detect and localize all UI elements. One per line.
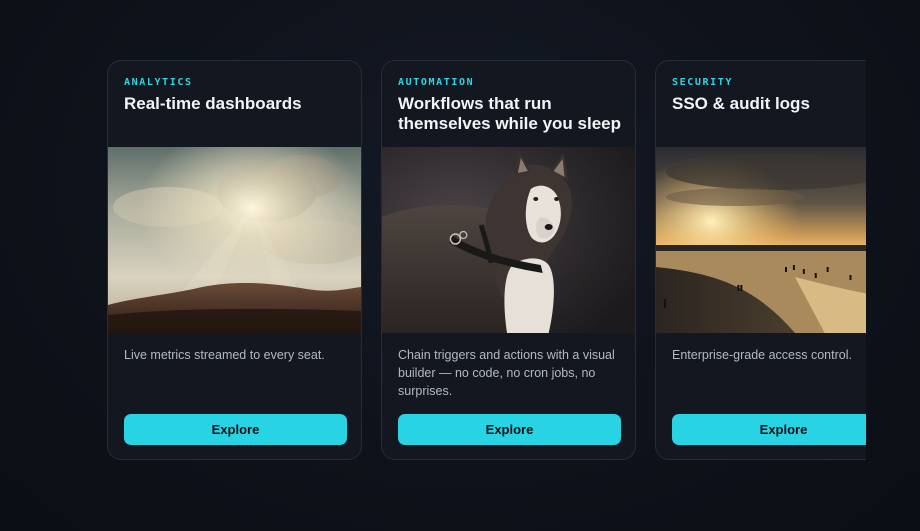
card-title: Real-time dashboards [124, 94, 302, 113]
card-image-desert-sky [108, 147, 361, 333]
feature-card-analytics: ANALYTICS Real-time dashboards Live metr… [107, 60, 362, 460]
card-description: Enterprise-grade access control. [672, 348, 852, 362]
card-image-husky [382, 147, 635, 333]
carousel-track: ANALYTICS Real-time dashboards Live metr… [107, 60, 866, 460]
card-image-beach-sunset [656, 147, 866, 333]
card-category: AUTOMATION [398, 77, 475, 88]
card-description: Chain triggers and actions with a visual… [398, 348, 615, 398]
page: { "carousel": { "cards": [ { "category":… [0, 0, 920, 531]
explore-button[interactable]: Explore [672, 414, 866, 445]
card-title: SSO & audit logs [672, 94, 810, 113]
explore-button[interactable]: Explore [398, 414, 621, 445]
card-category: ANALYTICS [124, 77, 193, 88]
card-carousel[interactable]: ANALYTICS Real-time dashboards Live metr… [107, 60, 866, 462]
explore-button[interactable]: Explore [124, 414, 347, 445]
feature-card-security: SECURITY SSO & audit logs Enterprise-gra… [655, 60, 866, 460]
feature-card-automation: AUTOMATION Workflows that run themselves… [381, 60, 636, 460]
card-title: Workflows that run themselves while you … [398, 94, 621, 133]
card-category: SECURITY [672, 77, 733, 88]
card-description: Live metrics streamed to every seat. [124, 348, 325, 362]
